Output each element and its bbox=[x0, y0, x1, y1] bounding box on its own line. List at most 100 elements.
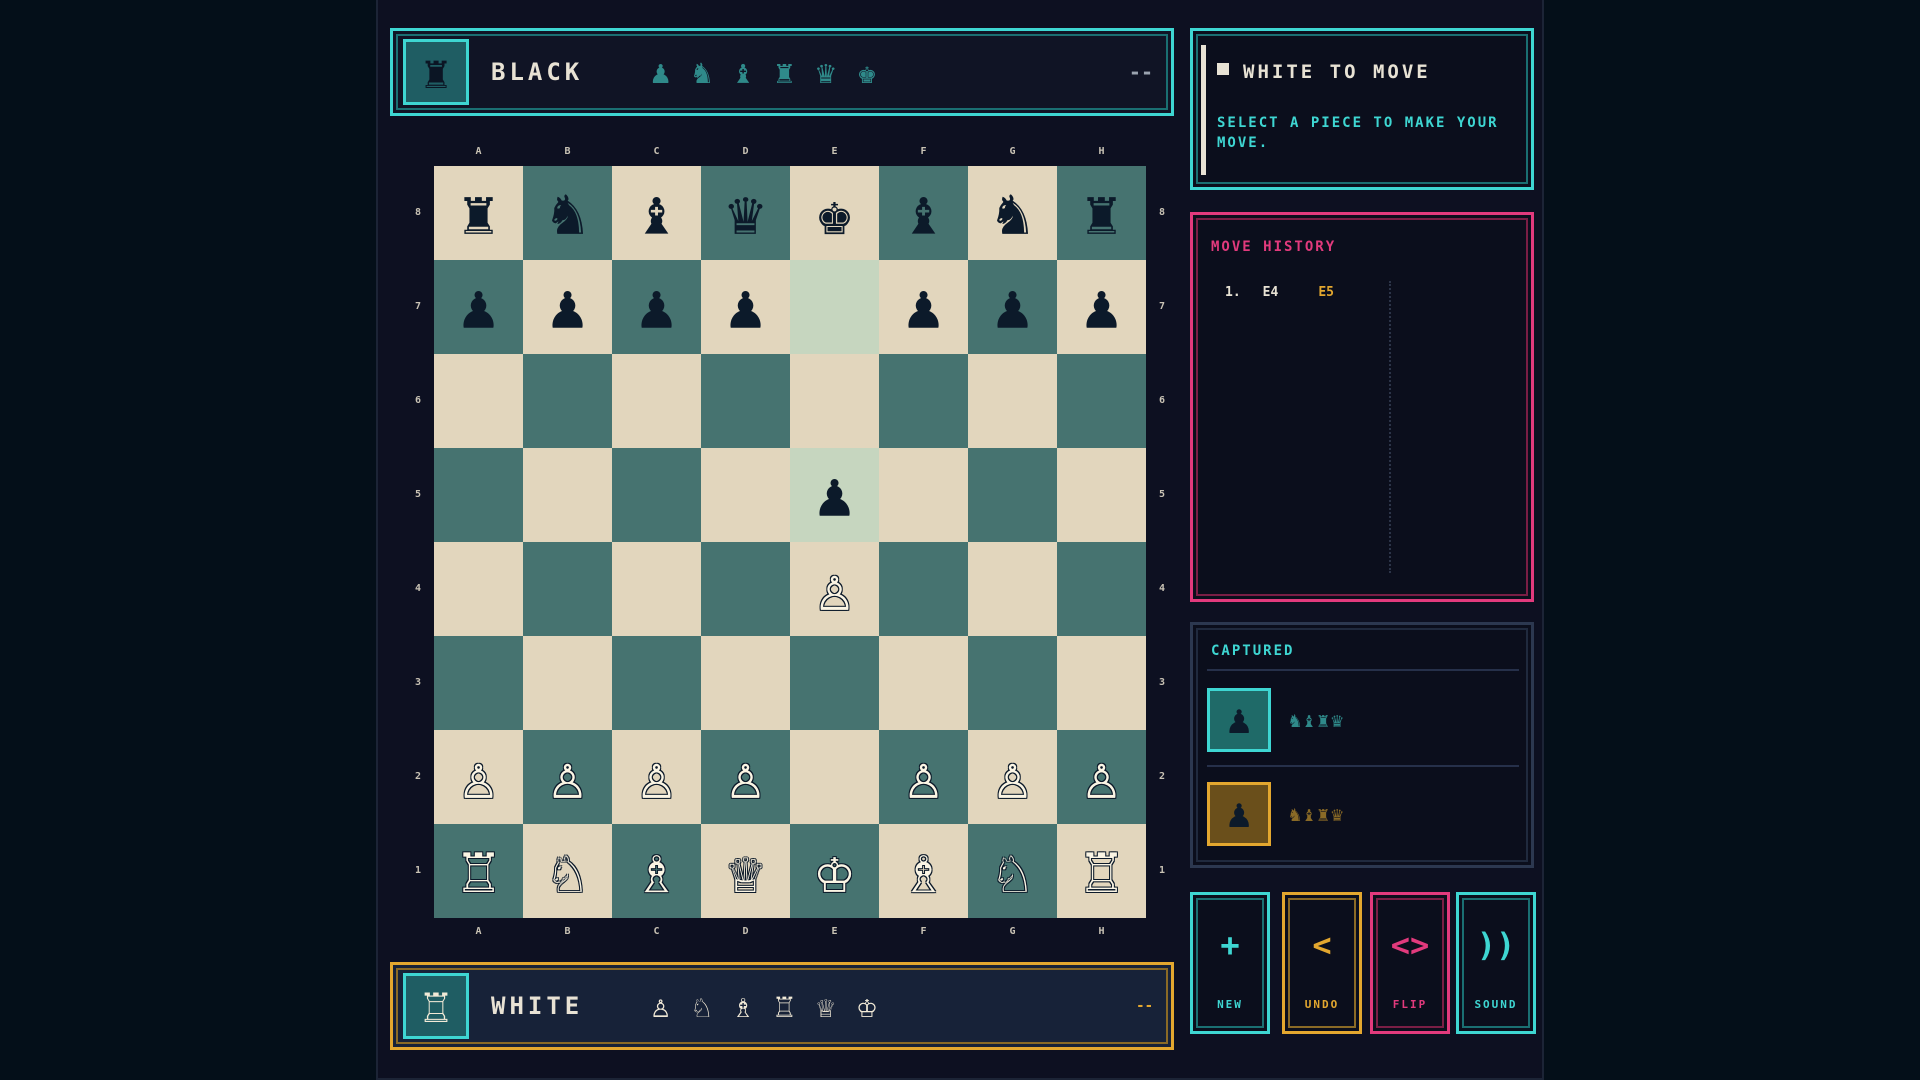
square-a7[interactable]: ♟ bbox=[434, 260, 523, 354]
white-bishop-icon[interactable]: ♗ bbox=[638, 840, 675, 902]
black-king-icon[interactable]: ♚ bbox=[816, 182, 853, 244]
square-a2[interactable]: ♙ bbox=[434, 730, 523, 824]
square-g1[interactable]: ♘ bbox=[968, 824, 1057, 918]
black-pawn-icon[interactable]: ♟ bbox=[816, 464, 853, 526]
square-b7[interactable]: ♟ bbox=[523, 260, 612, 354]
white-knight-icon[interactable]: ♘ bbox=[994, 840, 1031, 902]
black-pawn-icon[interactable]: ♟ bbox=[1083, 276, 1120, 338]
square-a1[interactable]: ♖ bbox=[434, 824, 523, 918]
square-b5[interactable] bbox=[523, 448, 612, 542]
square-a4[interactable] bbox=[434, 542, 523, 636]
square-f8[interactable]: ♝ bbox=[879, 166, 968, 260]
black-move[interactable]: E5 bbox=[1318, 285, 1334, 300]
undo-button[interactable]: < UNDO bbox=[1282, 892, 1362, 1034]
square-h5[interactable] bbox=[1057, 448, 1146, 542]
square-d4[interactable] bbox=[701, 542, 790, 636]
square-g2[interactable]: ♙ bbox=[968, 730, 1057, 824]
square-a3[interactable] bbox=[434, 636, 523, 730]
square-h1[interactable]: ♖ bbox=[1057, 824, 1146, 918]
square-c8[interactable]: ♝ bbox=[612, 166, 701, 260]
white-queen-icon[interactable]: ♕ bbox=[727, 840, 764, 902]
square-b8[interactable]: ♞ bbox=[523, 166, 612, 260]
square-e7[interactable] bbox=[790, 260, 879, 354]
square-c4[interactable] bbox=[612, 542, 701, 636]
black-pawn-icon[interactable]: ♟ bbox=[460, 276, 497, 338]
square-c7[interactable]: ♟ bbox=[612, 260, 701, 354]
black-rook-icon[interactable]: ♜ bbox=[460, 182, 497, 244]
square-b1[interactable]: ♘ bbox=[523, 824, 612, 918]
square-d2[interactable]: ♙ bbox=[701, 730, 790, 824]
square-c1[interactable]: ♗ bbox=[612, 824, 701, 918]
square-f2[interactable]: ♙ bbox=[879, 730, 968, 824]
square-e3[interactable] bbox=[790, 636, 879, 730]
square-b3[interactable] bbox=[523, 636, 612, 730]
white-bishop-icon[interactable]: ♗ bbox=[905, 840, 942, 902]
black-pawn-icon[interactable]: ♟ bbox=[994, 276, 1031, 338]
white-pawn-icon[interactable]: ♙ bbox=[905, 746, 942, 808]
white-pawn-icon[interactable]: ♙ bbox=[1083, 746, 1120, 808]
square-e8[interactable]: ♚ bbox=[790, 166, 879, 260]
square-b6[interactable] bbox=[523, 354, 612, 448]
square-g6[interactable] bbox=[968, 354, 1057, 448]
square-f4[interactable] bbox=[879, 542, 968, 636]
white-rook-icon[interactable]: ♖ bbox=[460, 840, 497, 902]
square-c3[interactable] bbox=[612, 636, 701, 730]
square-e2[interactable] bbox=[790, 730, 879, 824]
black-queen-icon[interactable]: ♛ bbox=[727, 182, 764, 244]
black-rook-icon[interactable]: ♜ bbox=[1083, 182, 1120, 244]
white-pawn-icon[interactable]: ♙ bbox=[460, 746, 497, 808]
white-pawn-icon[interactable]: ♙ bbox=[727, 746, 764, 808]
square-h6[interactable] bbox=[1057, 354, 1146, 448]
square-h3[interactable] bbox=[1057, 636, 1146, 730]
black-pawn-icon[interactable]: ♟ bbox=[727, 276, 764, 338]
sound-toggle-button[interactable]: )) SOUND bbox=[1456, 892, 1536, 1034]
square-e5[interactable]: ♟ bbox=[790, 448, 879, 542]
square-a5[interactable] bbox=[434, 448, 523, 542]
square-c6[interactable] bbox=[612, 354, 701, 448]
square-b4[interactable] bbox=[523, 542, 612, 636]
flip-board-button[interactable]: <> FLIP bbox=[1370, 892, 1450, 1034]
white-move[interactable]: E4 bbox=[1263, 285, 1279, 300]
square-b2[interactable]: ♙ bbox=[523, 730, 612, 824]
square-d3[interactable] bbox=[701, 636, 790, 730]
white-knight-icon[interactable]: ♘ bbox=[549, 840, 586, 902]
square-e1[interactable]: ♔ bbox=[790, 824, 879, 918]
square-h2[interactable]: ♙ bbox=[1057, 730, 1146, 824]
square-f7[interactable]: ♟ bbox=[879, 260, 968, 354]
black-bishop-icon[interactable]: ♝ bbox=[638, 182, 675, 244]
square-h4[interactable] bbox=[1057, 542, 1146, 636]
black-pawn-icon[interactable]: ♟ bbox=[638, 276, 675, 338]
black-knight-icon[interactable]: ♞ bbox=[549, 182, 586, 244]
square-c2[interactable]: ♙ bbox=[612, 730, 701, 824]
square-d6[interactable] bbox=[701, 354, 790, 448]
new-game-button[interactable]: + NEW bbox=[1190, 892, 1270, 1034]
square-h8[interactable]: ♜ bbox=[1057, 166, 1146, 260]
square-g7[interactable]: ♟ bbox=[968, 260, 1057, 354]
white-king-icon[interactable]: ♔ bbox=[816, 840, 853, 902]
white-pawn-icon[interactable]: ♙ bbox=[816, 558, 853, 620]
square-g5[interactable] bbox=[968, 448, 1057, 542]
square-a8[interactable]: ♜ bbox=[434, 166, 523, 260]
square-a6[interactable] bbox=[434, 354, 523, 448]
square-e4[interactable]: ♙ bbox=[790, 542, 879, 636]
white-pawn-icon[interactable]: ♙ bbox=[994, 746, 1031, 808]
square-f3[interactable] bbox=[879, 636, 968, 730]
square-e6[interactable] bbox=[790, 354, 879, 448]
square-f5[interactable] bbox=[879, 448, 968, 542]
black-pawn-icon[interactable]: ♟ bbox=[905, 276, 942, 338]
white-rook-icon[interactable]: ♖ bbox=[1083, 840, 1120, 902]
square-f6[interactable] bbox=[879, 354, 968, 448]
move-row[interactable]: 1. E4 E5 bbox=[1225, 285, 1334, 300]
square-g3[interactable] bbox=[968, 636, 1057, 730]
square-g4[interactable] bbox=[968, 542, 1057, 636]
square-c5[interactable] bbox=[612, 448, 701, 542]
square-g8[interactable]: ♞ bbox=[968, 166, 1057, 260]
black-bishop-icon[interactable]: ♝ bbox=[905, 182, 942, 244]
square-h7[interactable]: ♟ bbox=[1057, 260, 1146, 354]
square-f1[interactable]: ♗ bbox=[879, 824, 968, 918]
black-pawn-icon[interactable]: ♟ bbox=[549, 276, 586, 338]
white-pawn-icon[interactable]: ♙ bbox=[638, 746, 675, 808]
black-knight-icon[interactable]: ♞ bbox=[994, 182, 1031, 244]
square-d1[interactable]: ♕ bbox=[701, 824, 790, 918]
square-d7[interactable]: ♟ bbox=[701, 260, 790, 354]
